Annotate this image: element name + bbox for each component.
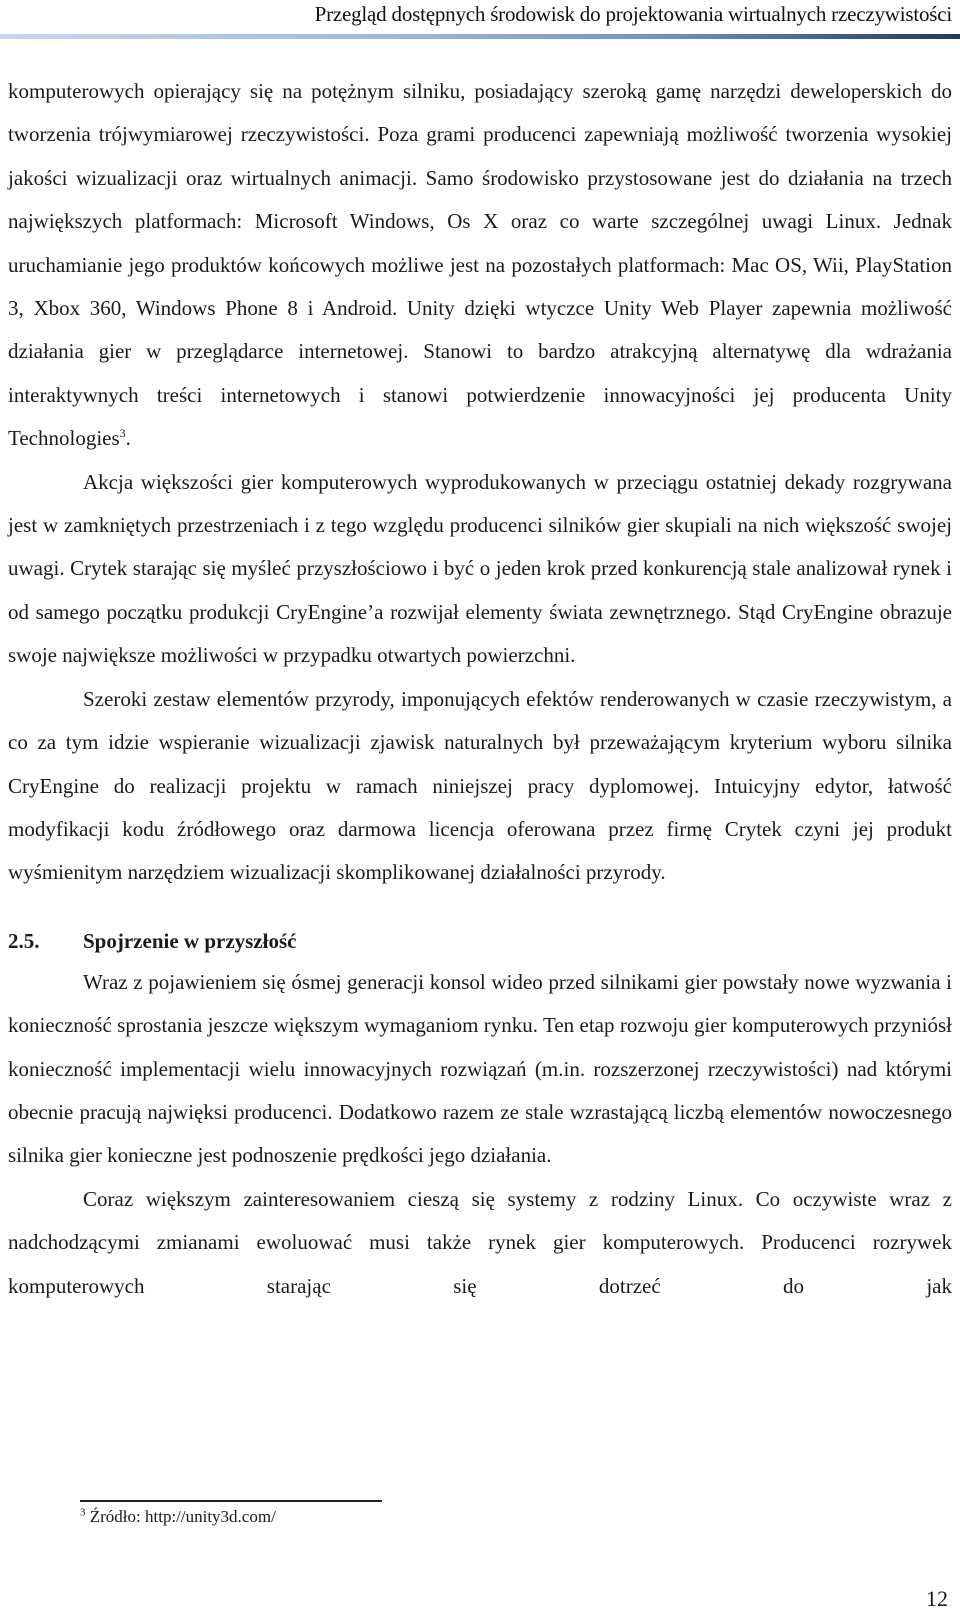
paragraph: Szeroki zestaw elementów przyrody, impon…: [8, 686, 952, 885]
footnote-text: Źródło: http://unity3d.com/: [85, 1507, 276, 1526]
section-number: 2.5.: [8, 928, 40, 953]
paragraph-end: .: [125, 426, 131, 451]
page-header: Przegląd dostępnych środowisk do projekt…: [0, 0, 960, 42]
page-number: 12: [926, 1586, 948, 1611]
footnote-separator: [80, 1500, 382, 1502]
paragraph: Wraz z pojawieniem się ósmej generacji k…: [8, 969, 952, 1168]
page-content: komputerowych opierający się na potężnym…: [8, 70, 952, 1308]
section-title: Spojrzenie w przyszłość: [83, 928, 297, 953]
paragraph: komputerowych opierający się na potężnym…: [8, 70, 952, 461]
paragraph: Coraz większym zainteresowaniem cieszą s…: [8, 1186, 952, 1298]
section-heading: 2.5. Spojrzenie w przyszłość: [8, 921, 952, 961]
running-header-title: Przegląd dostępnych środowisk do projekt…: [314, 2, 953, 26]
footnote: 3 Źródło: http://unity3d.com/: [80, 1507, 276, 1527]
header-gradient-rule: [0, 34, 960, 39]
paragraph: Akcja większości gier komputerowych wypr…: [8, 469, 952, 668]
paragraph-text: komputerowych opierający się na potężnym…: [8, 79, 952, 451]
